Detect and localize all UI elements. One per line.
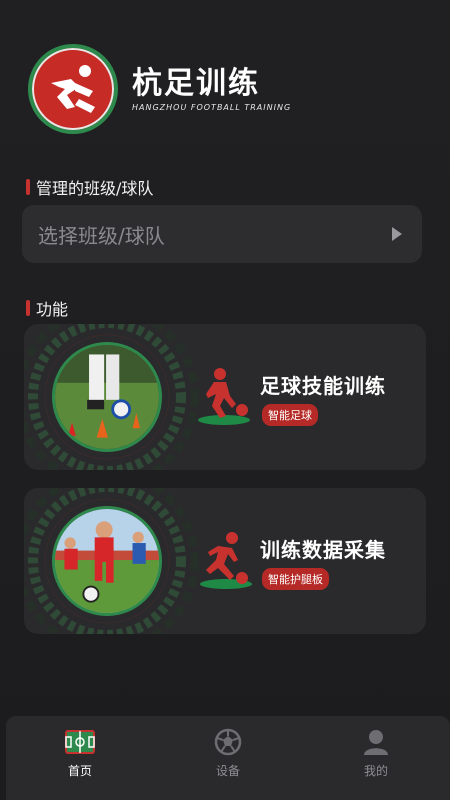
tab-profile[interactable]: 我的	[316, 716, 436, 779]
card-tag-badge: 智能足球	[262, 404, 318, 426]
manage-section-label: 管理的班级/球队	[36, 179, 154, 198]
tab-devices[interactable]: 设备	[168, 716, 288, 779]
feature-card-skill-training[interactable]: 足球技能训练 智能足球	[24, 324, 426, 470]
app-subtitle: HANGZHOU FOOTBALL TRAINING	[132, 102, 292, 112]
user-icon	[361, 728, 391, 756]
tab-label: 设备	[215, 764, 240, 778]
brand-block: 杭足训练 HANGZHOU FOOTBALL TRAINING	[132, 65, 292, 112]
app-header: 杭足训练 HANGZHOU FOOTBALL TRAINING	[28, 44, 292, 134]
class-team-selector[interactable]: 选择班级/球队	[22, 205, 422, 263]
dribbling-player-icon	[198, 368, 250, 425]
card-title: 足球技能训练	[260, 374, 386, 398]
app-screen: 杭足训练 HANGZHOU FOOTBALL TRAINING 管理的班级/球队…	[0, 0, 450, 800]
app-title: 杭足训练	[132, 65, 260, 101]
tab-label: 首页	[67, 764, 92, 778]
card-tag-badge: 智能护腿板	[262, 568, 329, 590]
features-section-label: 功能	[36, 300, 69, 319]
skill-training-photo	[52, 342, 162, 452]
section-marker	[26, 300, 30, 316]
runner-logo-icon	[28, 44, 118, 134]
data-collection-photo	[52, 506, 162, 616]
selector-placeholder: 选择班级/球队	[38, 223, 165, 248]
features-section-title: 功能	[26, 296, 68, 320]
feature-card-data-collection[interactable]: 训练数据采集 智能护腿板	[24, 488, 426, 634]
bottom-tab-bar: 首页 设备 我的	[6, 716, 450, 800]
pitch-icon	[65, 728, 95, 756]
kicking-player-icon	[200, 532, 252, 589]
football-icon	[213, 728, 243, 756]
tab-label: 我的	[363, 764, 388, 778]
section-marker	[26, 179, 30, 195]
chevron-right-icon	[392, 227, 402, 241]
card-title: 训练数据采集	[260, 538, 386, 562]
manage-section-title: 管理的班级/球队	[26, 175, 153, 199]
tab-home[interactable]: 首页	[20, 716, 140, 779]
